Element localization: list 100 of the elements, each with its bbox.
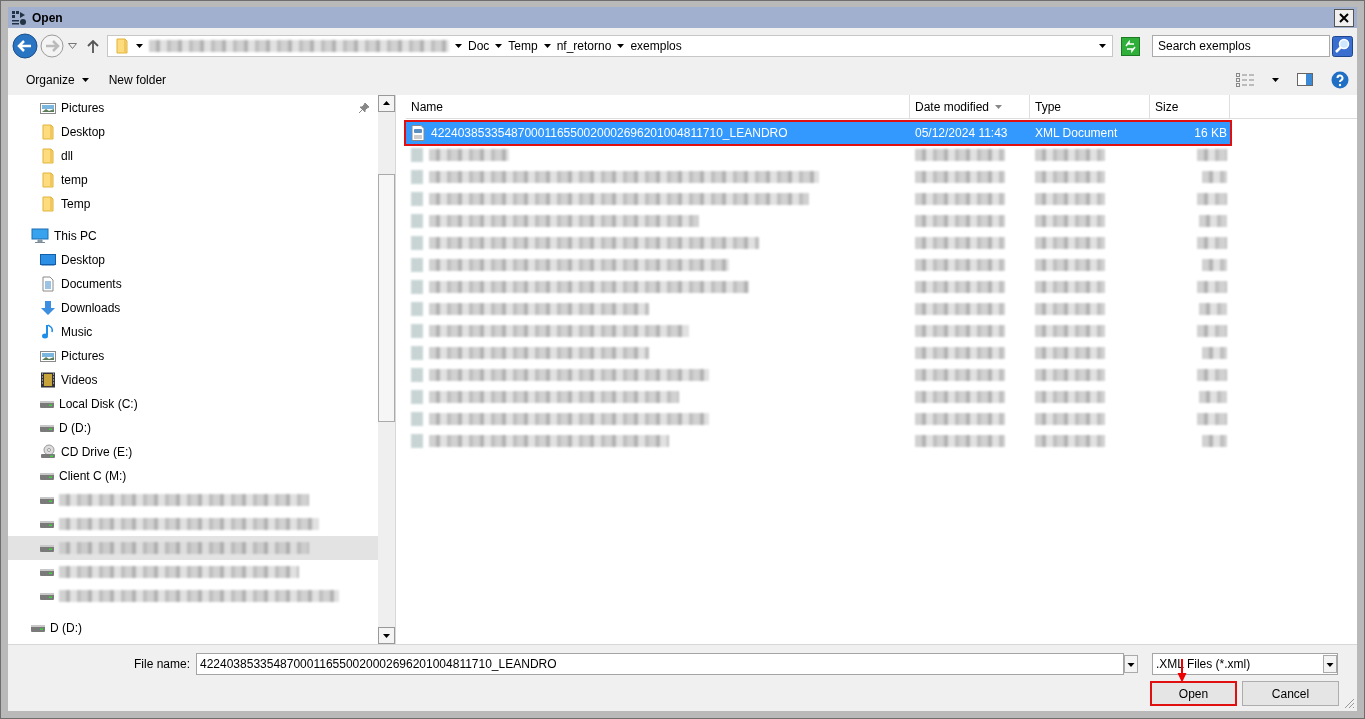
blurred-text — [1035, 303, 1105, 315]
sidebar-item[interactable]: Downloads — [61, 301, 121, 315]
sidebar-item[interactable]: Videos — [61, 373, 98, 387]
open-button[interactable]: Open — [1150, 681, 1237, 706]
view-options-icon[interactable] — [1236, 72, 1254, 87]
blurred-text — [1035, 369, 1105, 381]
breadcrumb[interactable]: Temp — [508, 39, 538, 53]
breadcrumb[interactable]: Doc — [468, 39, 490, 53]
search-field[interactable]: Search exemplos — [1152, 35, 1330, 57]
sidebar-item[interactable]: Desktop — [61, 125, 106, 139]
blurred-icon — [411, 148, 423, 162]
file-name-label: File name: — [132, 657, 191, 671]
file-type: XML Document — [1034, 126, 1119, 140]
blurred-icon — [411, 170, 423, 184]
drive-icon — [31, 624, 45, 632]
blurred-text — [1035, 435, 1105, 447]
blurred-icon — [411, 192, 423, 206]
folder-icon — [40, 124, 56, 140]
scrollbar[interactable] — [378, 95, 395, 644]
organize-menu[interactable]: Organize — [18, 69, 97, 90]
blurred-text — [1199, 391, 1227, 403]
sidebar-item[interactable]: Temp — [61, 197, 91, 211]
resize-grip-icon[interactable] — [1344, 698, 1355, 709]
blurred-icon — [411, 214, 423, 228]
music-note-icon — [40, 324, 56, 340]
sidebar-item[interactable]: Documents — [61, 277, 122, 291]
file-name-field[interactable]: 42240385335487000116550020002696201004811710_LEANDRO — [196, 653, 1124, 675]
dropdown-button-icon — [1323, 655, 1337, 673]
xml-file-icon — [411, 125, 425, 141]
cancel-button[interactable]: Cancel — [1242, 681, 1339, 706]
sidebar-item[interactable]: dll — [61, 149, 73, 163]
monitor-icon — [40, 252, 56, 268]
breadcrumb[interactable]: nf_retorno — [556, 39, 612, 53]
blurred-text — [1035, 259, 1105, 271]
refresh-icon[interactable] — [1121, 36, 1140, 56]
blurred-text — [1197, 325, 1227, 337]
drive-icon — [40, 472, 54, 480]
sidebar-item[interactable]: Music — [61, 325, 93, 339]
column-header[interactable]: Size — [1150, 95, 1230, 119]
blurred-text — [1197, 193, 1227, 205]
dropdown-button-icon[interactable] — [1124, 655, 1138, 673]
sidebar-item[interactable]: Pictures — [61, 349, 105, 363]
address-bar[interactable]: Doc Temp nf_retorno exemplos — [107, 35, 1113, 57]
folder-icon — [40, 148, 56, 164]
drive-icon — [40, 424, 54, 432]
blurred-icon — [411, 412, 423, 426]
column-header[interactable]: Date modified — [910, 95, 1030, 119]
folder-icon — [40, 172, 56, 188]
new-folder-button[interactable]: New folder — [100, 69, 175, 90]
scroll-up-icon[interactable] — [378, 95, 395, 112]
drive-icon — [40, 544, 54, 552]
document-icon — [40, 276, 56, 292]
folder-icon — [40, 196, 56, 212]
sidebar-item[interactable]: CD Drive (E:) — [61, 445, 133, 459]
caret-icon — [136, 44, 143, 48]
blurred-text — [1035, 215, 1105, 227]
blurred-icon — [411, 324, 423, 338]
blurred-text — [1035, 193, 1105, 205]
blurred-text — [1202, 435, 1227, 447]
close-icon — [1339, 12, 1349, 23]
caret-icon — [617, 44, 625, 48]
file-size: 16 KB — [1193, 126, 1228, 140]
caret-icon — [495, 44, 503, 48]
computer-icon — [31, 228, 49, 244]
column-header[interactable]: Type — [1030, 95, 1150, 119]
blurred-text — [1197, 413, 1227, 425]
blurred-text — [1035, 171, 1105, 183]
picture-icon — [40, 348, 56, 364]
scroll-down-icon[interactable] — [378, 627, 395, 644]
blurred-icon — [411, 302, 423, 316]
drive-icon — [40, 592, 54, 600]
sidebar-item[interactable]: This PC — [54, 229, 97, 243]
caret-icon[interactable] — [1272, 77, 1279, 82]
up-arrow-icon[interactable] — [87, 39, 99, 53]
help-icon[interactable] — [1331, 70, 1349, 89]
blurred-text — [1035, 325, 1105, 337]
sidebar-item[interactable]: temp — [61, 173, 88, 187]
back-button-icon[interactable] — [12, 33, 38, 59]
sidebar-item[interactable]: D (D:) — [59, 421, 91, 435]
blurred-text — [1199, 303, 1227, 315]
blurred-text — [1035, 347, 1105, 359]
dropdown-icon[interactable] — [68, 43, 77, 49]
sidebar-item[interactable]: Local Disk (C:) — [59, 397, 138, 411]
blurred-icon — [411, 346, 423, 360]
blurred-text — [1035, 391, 1105, 403]
sidebar-item[interactable]: Pictures — [61, 101, 105, 115]
close-button[interactable] — [1334, 8, 1354, 27]
sidebar-item[interactable]: Client C (M:) — [59, 469, 127, 483]
sidebar-item[interactable]: Desktop — [61, 253, 106, 267]
breadcrumb[interactable]: exemplos — [630, 39, 682, 53]
blurred-icon — [411, 390, 423, 404]
sidebar-item[interactable]: D (D:) — [50, 621, 82, 635]
preview-pane-icon[interactable] — [1297, 73, 1313, 86]
column-header[interactable]: Name — [406, 95, 910, 119]
blurred-text — [1197, 237, 1227, 249]
caret-icon — [543, 44, 551, 48]
search-icon[interactable] — [1332, 35, 1353, 57]
picture-icon — [40, 100, 56, 116]
disc-drive-icon — [40, 444, 56, 460]
scroll-thumb[interactable] — [378, 174, 395, 422]
